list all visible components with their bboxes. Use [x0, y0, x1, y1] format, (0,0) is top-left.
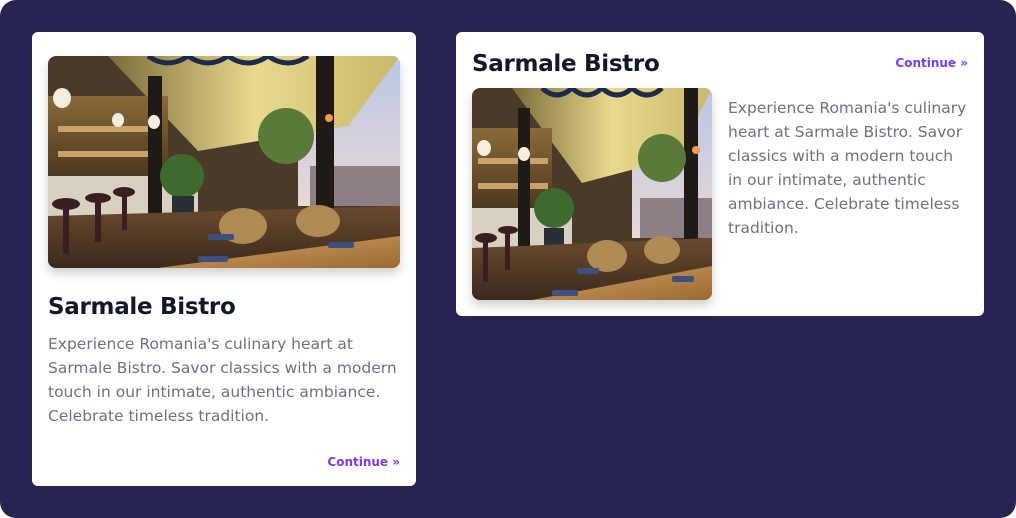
restaurant-photo: [472, 88, 712, 300]
canvas-background: Sarmale Bistro Experience Romania's culi…: [0, 0, 1016, 518]
continue-link[interactable]: Continue »: [327, 455, 400, 469]
continue-link[interactable]: Continue »: [895, 56, 968, 70]
card-title: Sarmale Bistro: [472, 51, 660, 77]
card-description: Experience Romania's culinary heart at S…: [48, 335, 397, 425]
card-description: Experience Romania's culinary heart at S…: [728, 99, 967, 237]
restaurant-photo: [48, 56, 400, 268]
card-title: Sarmale Bistro: [48, 294, 236, 320]
restaurant-card-horizontal: Sarmale Bistro Continue » Experience Rom…: [456, 32, 984, 316]
restaurant-card-vertical: Sarmale Bistro Experience Romania's culi…: [32, 32, 416, 486]
